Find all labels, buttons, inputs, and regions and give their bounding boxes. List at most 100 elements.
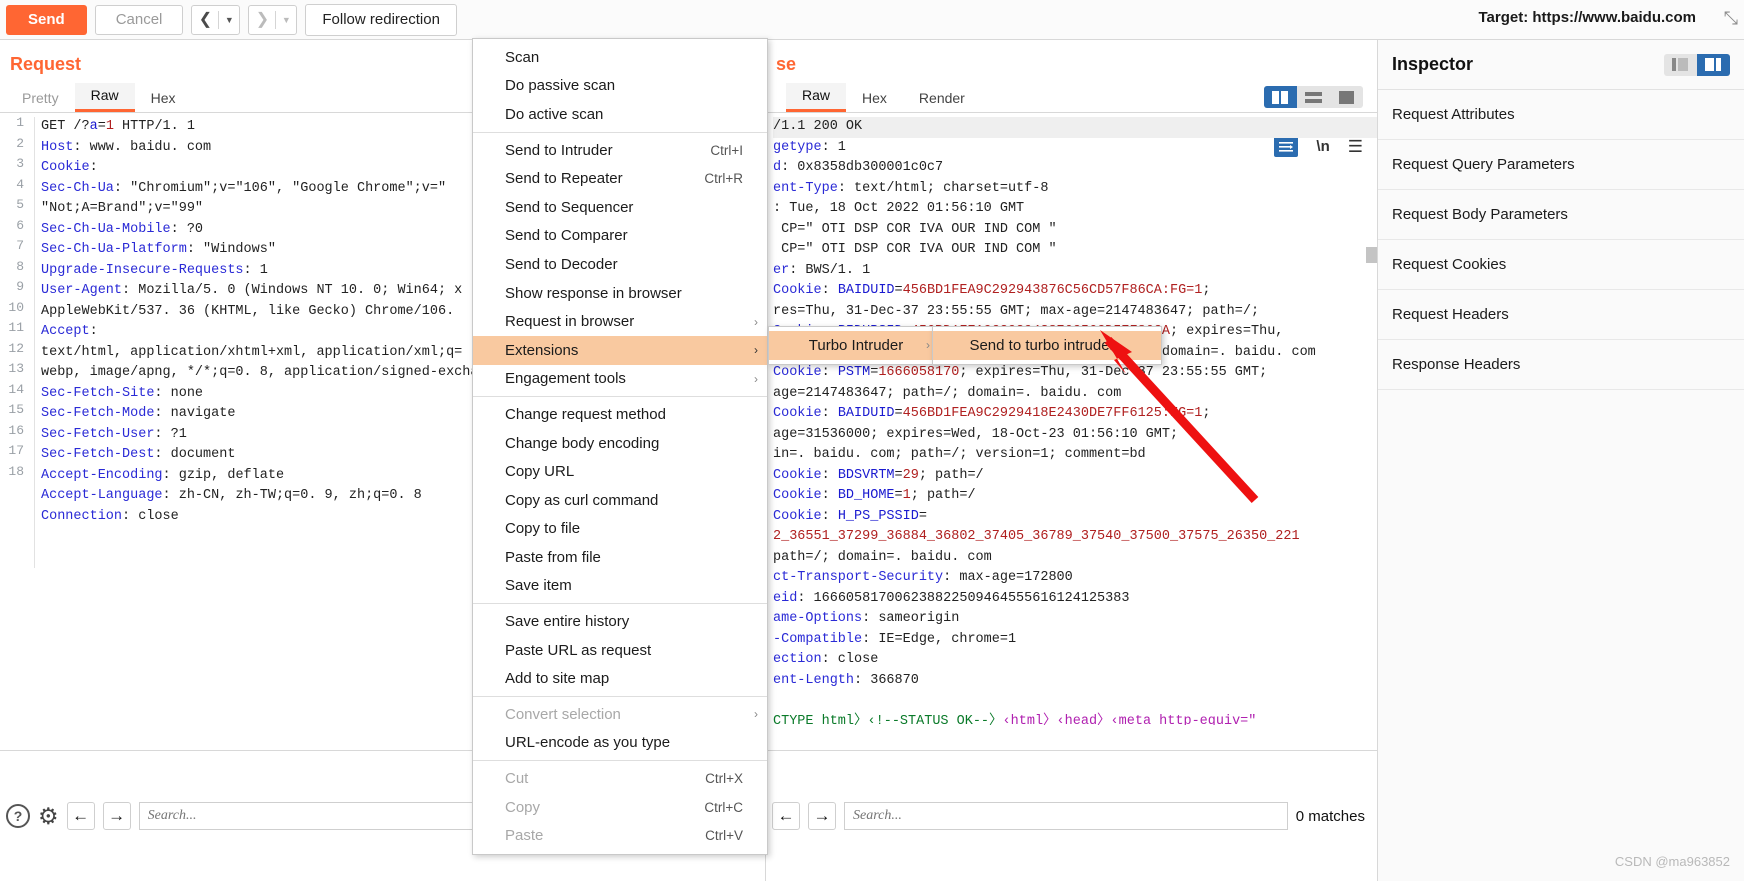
- inspector-row-request-cookies[interactable]: Request Cookies: [1378, 240, 1744, 290]
- search-next-button[interactable]: →: [102, 802, 131, 830]
- menu-item-copy: Copy Ctrl+C: [473, 793, 767, 822]
- menu-separator: [473, 131, 767, 133]
- menu-item-change-request-method[interactable]: Change request method: [473, 400, 767, 429]
- target-label: Target: https://www.baidu.com: [1478, 9, 1697, 26]
- menu-item-label: Save item: [505, 577, 572, 595]
- menu-item-label: Paste from file: [505, 548, 601, 566]
- menu-item-shortcut: Ctrl+R: [704, 171, 743, 187]
- expand-icon[interactable]: ⤡: [1724, 8, 1738, 29]
- response-pane-title: se: [776, 54, 797, 74]
- send-button[interactable]: Send: [6, 4, 87, 35]
- menu-item-label: Engagement tools: [505, 370, 626, 388]
- menu-item-send-to-decoder[interactable]: Send to Decoder: [473, 250, 767, 279]
- line-number: 8: [16, 258, 24, 274]
- tab-raw[interactable]: Raw: [786, 83, 847, 112]
- menu-item-send-to-intruder[interactable]: Send to Intruder Ctrl+I: [473, 136, 767, 165]
- inspector-dock-left-icon[interactable]: [1664, 54, 1697, 76]
- menu-item-label: Paste URL as request: [505, 641, 652, 659]
- inspector-row-request-headers[interactable]: Request Headers: [1378, 290, 1744, 340]
- menu-item-label: Show response in browser: [505, 284, 682, 302]
- chevron-right-icon: ›: [754, 343, 758, 358]
- menu-item-label: Turbo Intruder: [808, 336, 904, 354]
- gear-icon[interactable]: ⚙: [38, 804, 59, 828]
- line-number: 11: [8, 320, 24, 335]
- inspector-layout-toggle: [1664, 53, 1730, 76]
- code-line: Cookie: H_PS_PSSID=: [773, 508, 927, 524]
- tab-hex[interactable]: Hex: [135, 86, 192, 112]
- menu-item-add-to-site-map[interactable]: Add to site map: [473, 664, 767, 693]
- code-line: er: BWS/1. 1: [773, 262, 871, 278]
- menu-separator: [473, 396, 767, 398]
- inspector-row-request-attributes[interactable]: Request Attributes: [1378, 90, 1744, 140]
- menu-item-label: Send to turbo intruder: [969, 336, 1115, 354]
- menu-item-show-response-in-browser[interactable]: Show response in browser: [473, 279, 767, 308]
- menu-item-scan[interactable]: Scan: [473, 43, 767, 72]
- line-number: 18: [8, 463, 24, 479]
- response-body-text[interactable]: /1.1 200 OK getype: 1 d: 0x8358db300001c0c…: [766, 117, 1377, 725]
- code-line: eid: 16660581700623882250946455561612412…: [773, 590, 1130, 606]
- tab-pretty[interactable]: Pretty: [6, 86, 75, 112]
- line-number: 2: [16, 135, 24, 151]
- cancel-button[interactable]: Cancel: [94, 4, 184, 35]
- menu-item-save-entire-history[interactable]: Save entire history: [473, 607, 767, 636]
- search-next-button[interactable]: →: [808, 802, 836, 830]
- inspector-row-response-headers[interactable]: Response Headers: [1378, 340, 1744, 390]
- watermark-label: CSDN @ma963852: [1614, 854, 1730, 869]
- menu-item-paste-url-as-request[interactable]: Paste URL as request: [473, 636, 767, 665]
- history-forward-split-button[interactable]: ❯ ▼: [248, 4, 298, 35]
- inspector-row-request-query-parameters[interactable]: Request Query Parameters: [1378, 140, 1744, 190]
- context-menu[interactable]: Scan Do passive scan Do active scan Send to…: [472, 38, 768, 856]
- menu-item-engagement-tools[interactable]: Engagement tools ›: [473, 365, 767, 394]
- chevron-right-icon: ›: [754, 314, 758, 329]
- tab-raw[interactable]: Raw: [74, 83, 135, 112]
- code-line: path=/; domain=. baidu. com: [773, 549, 992, 565]
- inspector-dock-right-icon[interactable]: [1697, 53, 1730, 76]
- menu-item-do-active-scan[interactable]: Do active scan: [473, 100, 767, 129]
- menu-item-send-to-sequencer[interactable]: Send to Sequencer: [473, 193, 767, 222]
- code-line: Cookie: BD_HOME=1; path=/: [773, 488, 976, 503]
- menu-item-label: Copy: [505, 798, 541, 816]
- line-number: 13: [8, 361, 24, 376]
- tab-render[interactable]: Render: [903, 86, 981, 112]
- code-line: CTYPE html〉‹!--STATUS OK--〉‹html〉‹head〉‹…: [773, 713, 1257, 726]
- menu-item-paste: Paste Ctrl+V: [473, 821, 767, 850]
- turbo-intruder-submenu[interactable]: Send to turbo intruder: [932, 326, 1162, 365]
- menu-item-extensions[interactable]: Extensions ›: [473, 335, 767, 365]
- menu-item-url-encode-as-you-type[interactable]: URL-encode as you type: [473, 729, 767, 758]
- help-icon[interactable]: ?: [6, 804, 30, 828]
- code-line: ent-Length: 366870: [773, 672, 919, 688]
- menu-item-request-in-browser[interactable]: Request in browser ›: [473, 307, 767, 336]
- menu-item-send-to-comparer[interactable]: Send to Comparer: [473, 222, 767, 251]
- menu-item-save-item[interactable]: Save item: [473, 572, 767, 601]
- follow-redirection-button[interactable]: Follow redirection: [305, 3, 457, 36]
- submenu-item-send-to-turbo-intruder[interactable]: Send to turbo intruder: [933, 331, 1161, 360]
- menu-item-paste-from-file[interactable]: Paste from file: [473, 543, 767, 572]
- response-search-input[interactable]: [844, 802, 1288, 830]
- menu-item-change-body-encoding[interactable]: Change body encoding: [473, 429, 767, 458]
- code-line: age=2147483647; path=/; domain=. baidu. …: [773, 385, 1122, 401]
- menu-item-shortcut: Ctrl+C: [704, 799, 743, 815]
- code-line: ent-Type: text/html; charset=utf-8: [773, 180, 1049, 196]
- response-editor[interactable]: /1.1 200 OK getype: 1 d: 0x8358db300001c0c…: [766, 113, 1377, 725]
- response-tabs: Raw Hex Render: [766, 83, 1377, 113]
- history-back-split-button[interactable]: ❮ ▼: [191, 4, 241, 35]
- menu-item-send-to-repeater[interactable]: Send to Repeater Ctrl+R: [473, 164, 767, 193]
- response-scrollbar[interactable]: [1366, 247, 1377, 263]
- code-line: Cookie: BAIDUID=456BD1FEA9C292943876C56C…: [773, 283, 1211, 298]
- inspector-row-request-body-parameters[interactable]: Request Body Parameters: [1378, 190, 1744, 240]
- menu-item-label: Scan: [505, 48, 540, 66]
- menu-item-copy-url[interactable]: Copy URL: [473, 457, 767, 486]
- menu-item-do-passive-scan[interactable]: Do passive scan: [473, 72, 767, 101]
- search-prev-button[interactable]: ←: [66, 802, 95, 830]
- extensions-submenu[interactable]: Turbo Intruder ›: [768, 326, 940, 365]
- menu-item-copy-as-curl-command[interactable]: Copy as curl command: [473, 486, 767, 515]
- tab-hex[interactable]: Hex: [846, 86, 903, 112]
- search-prev-button[interactable]: ←: [772, 802, 800, 830]
- menu-item-copy-to-file[interactable]: Copy to file: [473, 515, 767, 544]
- line-number: 10: [8, 299, 24, 315]
- submenu-item-turbo-intruder[interactable]: Turbo Intruder ›: [769, 331, 939, 360]
- menu-item-label: Request in browser: [505, 313, 635, 331]
- line-number: 6: [16, 217, 24, 233]
- top-toolbar: Send Cancel ❮ ▼ ❯ ▼ Follow redirection T…: [0, 0, 1744, 40]
